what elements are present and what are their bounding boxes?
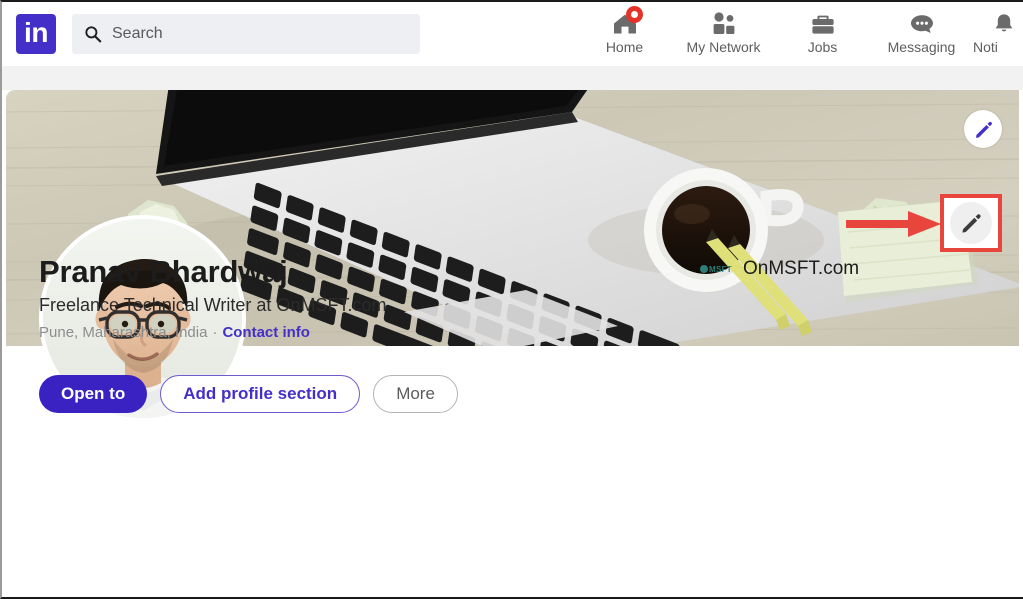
open-to-button[interactable]: Open to <box>39 375 148 413</box>
location-separator: · <box>212 324 218 341</box>
search-icon <box>85 26 102 43</box>
briefcase-icon-wrapper <box>809 10 837 36</box>
nav-item-my-network[interactable]: My Network <box>674 4 773 66</box>
linkedin-logo-icon[interactable]: in <box>16 14 56 54</box>
search-input[interactable]: Search <box>72 14 420 54</box>
bell-icon-wrapper <box>991 10 1017 36</box>
home-icon-wrapper <box>611 6 643 36</box>
onmsft-logo-icon: MSFT <box>700 265 732 274</box>
nav-item-jobs[interactable]: Jobs <box>773 4 872 66</box>
search-placeholder-text: Search <box>112 25 163 42</box>
contact-info-link[interactable]: Contact info <box>222 324 310 341</box>
nav-item-notifications[interactable]: Noti <box>971 4 1023 66</box>
chat-bubble-icon-wrapper <box>908 10 936 36</box>
pencil-icon <box>962 214 981 233</box>
right-arrow-annotation <box>846 211 941 237</box>
current-company[interactable]: MSFT OnMSFT.com <box>700 258 859 280</box>
page-title: Pranav Bhardwaj <box>39 254 288 289</box>
people-icon-wrapper <box>709 10 739 36</box>
home-notification-badge <box>625 6 643 23</box>
bell-icon <box>995 13 1013 31</box>
profile-location-text: Pune, Maharashtra, India <box>39 324 208 341</box>
chat-bubble-icon <box>910 14 933 33</box>
navbar-right-group: Home My Network Jobs Messaging Noti <box>575 2 1023 66</box>
nav-item-messaging[interactable]: Messaging <box>872 4 971 66</box>
edit-profile-button[interactable] <box>950 202 992 244</box>
edit-cover-photo-button[interactable] <box>964 110 1002 148</box>
people-icon <box>713 11 734 34</box>
nav-label-messaging: Messaging <box>887 39 956 55</box>
browser-screenshot: in Search Home My Network Jobs Messaging… <box>0 0 1023 599</box>
onmsft-logo-dot <box>700 265 708 273</box>
profile-location-row: Pune, Maharashtra, India · Contact info <box>39 324 310 341</box>
pencil-icon <box>975 121 992 138</box>
profile-card: Pranav Bhardwaj Freelance Technical Writ… <box>6 90 1019 597</box>
onmsft-logo-text: MSFT <box>709 264 732 274</box>
add-profile-section-button[interactable]: Add profile section <box>160 375 361 413</box>
profile-action-buttons: Open to Add profile section More <box>39 375 458 413</box>
company-name: OnMSFT.com <box>742 258 860 279</box>
navbar-left-group: in Search <box>2 14 420 54</box>
profile-headline: Freelance Technical Writer at OnMSFT.com <box>39 295 387 315</box>
briefcase-icon <box>811 15 834 34</box>
page-background-strip <box>2 66 1023 90</box>
nav-label-home: Home <box>605 39 644 55</box>
nav-label-my-network: My Network <box>686 39 761 55</box>
nav-label-notifications: Noti <box>973 39 998 55</box>
more-button[interactable]: More <box>373 375 458 413</box>
red-rectangle-highlight <box>940 194 1002 252</box>
linkedin-top-navbar: in Search Home My Network Jobs Messaging… <box>2 2 1023 66</box>
nav-label-jobs: Jobs <box>807 39 838 55</box>
nav-item-home[interactable]: Home <box>575 4 674 66</box>
